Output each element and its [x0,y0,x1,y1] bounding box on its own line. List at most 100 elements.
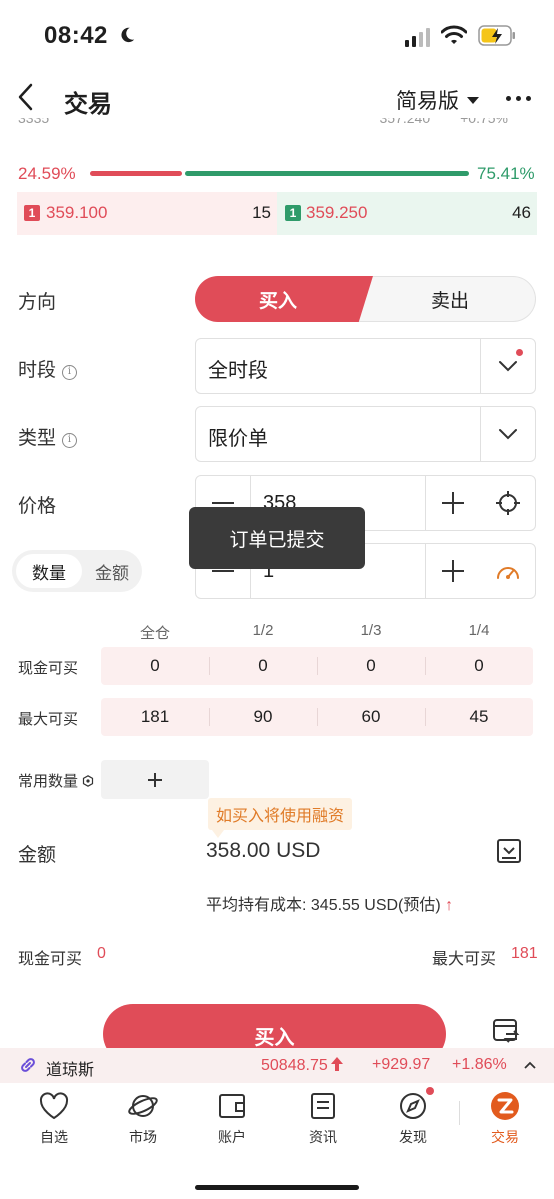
price-target-button[interactable] [480,476,535,530]
wifi-icon [441,25,467,44]
plus-icon [442,560,464,582]
cash-buyable-label: 现金可买 [18,660,79,677]
bid-price: 359.100 [46,203,108,222]
speedometer-icon [496,567,519,579]
max-cell-full[interactable]: 181 [101,698,209,736]
price-label: 价格 [18,496,57,517]
avg-cost: 平均持有成本: 345.55 USD(预估) ↑ [206,897,454,914]
max-cell-quarter[interactable]: 45 [425,698,533,736]
compass-icon [400,1093,426,1119]
add-common-qty-button[interactable] [101,760,209,799]
crosshair-icon [495,491,520,515]
col-head-third: 1/3 [360,622,382,639]
cellular-signal-icon [405,28,430,47]
qty-speed-button[interactable] [480,544,535,598]
amount-label: 金额 [18,845,57,866]
session-select[interactable]: 全时段 [195,338,536,394]
plus-icon [148,772,162,787]
minus-icon [212,502,234,504]
heart-icon [39,1092,69,1120]
more-menu-icon[interactable] [506,96,531,101]
wallet-icon [219,1094,245,1118]
info-icon[interactable]: i [62,365,78,380]
tab-label: 账户 [218,1129,246,1145]
sell-toggle[interactable]: 卖出 [355,276,536,322]
session-value: 全时段 [208,360,268,382]
notification-dot [516,349,523,356]
price-increment-button[interactable] [425,476,480,530]
tab-trade[interactable]: 交易 [470,1091,540,1147]
cash-cell-third[interactable]: 0 [317,647,425,685]
order-type-value: 限价单 [208,428,268,450]
home-indicator[interactable] [195,1185,359,1190]
max-buyable-summary-value: 181 [511,945,538,962]
tab-account[interactable]: 账户 [197,1091,267,1147]
index-change: +929.97 [372,1056,431,1073]
ask-qty: 46 [512,203,531,222]
ask-price: 359.250 [306,203,368,222]
back-arrow-icon[interactable] [16,82,36,112]
qty-tab[interactable]: 数量 [16,554,82,588]
tab-label: 交易 [491,1129,519,1145]
cash-buyable-summary-value: 0 [97,945,106,962]
session-label: 时段 i [18,355,78,382]
buy-toggle[interactable]: 买入 [195,276,373,322]
bid-level-1[interactable]: 1 359.100 15 [17,192,277,235]
clipped-right: +0.75% [460,118,508,126]
caret-down-icon [467,96,479,104]
arrow-up-icon: ↑ [445,897,454,914]
amount-value: 358.00 USD [206,839,321,862]
bottom-tab-bar: 自选 市场 账户 资讯 发现 交易 [0,1083,554,1199]
chevron-down-icon [499,429,517,440]
col-head-quarter: 1/4 [468,622,490,639]
tab-market[interactable]: 市场 [108,1091,178,1147]
buy-ratio-bar [90,171,182,176]
order-type-select[interactable]: 限价单 [195,406,536,462]
clipped-left: 3335 [18,118,50,126]
max-buyable-summary-label: 最大可买 [432,951,497,968]
clipped-mid: 357.240 [379,118,431,126]
amount-tab[interactable]: 金额 [86,554,138,588]
news-icon [311,1093,335,1119]
qty-increment-button[interactable] [425,544,480,598]
toast-order-submitted: 订单已提交 [189,507,365,569]
cash-cell-half[interactable]: 0 [209,647,317,685]
cash-cell-full[interactable]: 0 [101,647,209,685]
cash-buyable-row: 0 0 0 0 [101,647,533,685]
max-cell-half[interactable]: 90 [209,698,317,736]
sell-ratio-bar [185,171,469,176]
tab-label: 市场 [129,1129,157,1145]
cash-cell-quarter[interactable]: 0 [425,647,533,685]
minus-icon [212,570,234,572]
trade-logo-icon [491,1092,519,1120]
buy-ratio-percent: 24.59% [18,164,76,183]
download-box-icon[interactable] [496,838,522,864]
ask-level-1[interactable]: 1 359.250 46 [277,192,537,235]
order-swap-icon[interactable] [492,1017,520,1045]
planet-icon [128,1095,158,1117]
link-icon [21,1058,35,1072]
tab-discover[interactable]: 发现 [378,1087,448,1147]
mode-selector[interactable]: 简易版 [396,85,479,115]
chevron-up-icon[interactable] [523,1058,537,1072]
max-buyable-label: 最大可买 [18,711,79,728]
direction-label: 方向 [18,292,57,313]
tab-label: 自选 [40,1129,68,1145]
common-qty-label: 常用数量 [18,770,94,791]
mode-label: 简易版 [396,90,459,113]
info-icon[interactable]: i [62,433,78,448]
tab-news[interactable]: 资讯 [288,1091,358,1147]
qty-amount-segment: 数量 金额 [12,550,142,592]
max-buyable-row: 181 90 60 45 [101,698,533,736]
settings-hex-icon[interactable] [82,775,94,787]
tab-label: 资讯 [309,1129,337,1145]
index-value: 50848.75 [261,1056,344,1075]
index-ticker[interactable]: 道琼斯 50848.75 +929.97 +1.86% [0,1048,554,1083]
order-type-dropdown-button[interactable] [480,407,535,461]
max-cell-third[interactable]: 60 [317,698,425,736]
bid-level-badge: 1 [24,205,40,221]
cash-buyable-summary-label: 现金可买 [18,951,83,968]
status-time: 08:42 [44,22,108,49]
tab-watchlist[interactable]: 自选 [19,1091,89,1147]
session-dropdown-button[interactable] [480,339,535,393]
